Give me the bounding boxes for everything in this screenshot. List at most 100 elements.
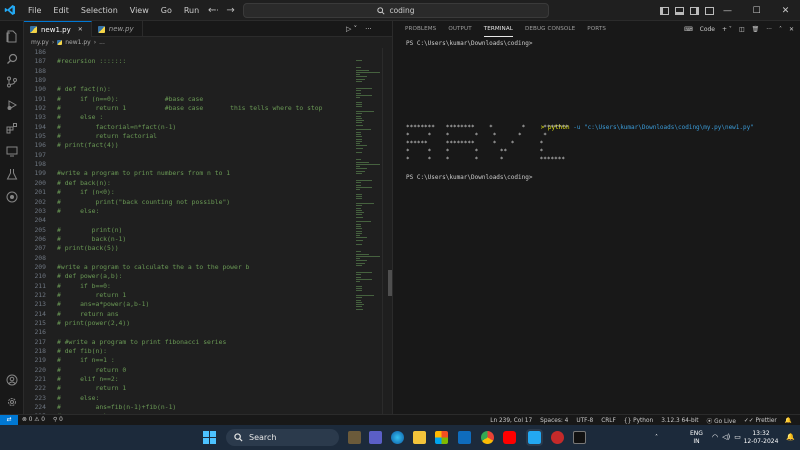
run-python-icon[interactable]: ▷ ˅: [346, 25, 357, 33]
clock[interactable]: 13:32 12-07-2024: [740, 430, 782, 445]
code-line[interactable]: 195 # return factorial: [24, 132, 354, 141]
toggle-panel-icon[interactable]: [675, 6, 684, 15]
code-line[interactable]: 224 # ans=fib(n-1)+fib(n-1): [24, 403, 354, 412]
ports-indicator[interactable]: ⚲ 0: [49, 417, 67, 423]
code-line[interactable]: 190 # def fact(n):: [24, 85, 354, 94]
code-line[interactable]: 191 # if (n==0): #base case: [24, 95, 354, 104]
new-terminal-icon[interactable]: + ˅: [722, 26, 732, 33]
remote-explorer-icon[interactable]: [5, 144, 19, 158]
more-actions-icon[interactable]: ···: [766, 26, 772, 33]
code-line[interactable]: 218 # def fib(n):: [24, 347, 354, 356]
encoding[interactable]: UTF-8: [572, 418, 597, 424]
menu-run[interactable]: Run: [178, 0, 205, 21]
more-actions-icon[interactable]: ···: [365, 25, 372, 33]
shell-label[interactable]: Code: [700, 26, 715, 33]
tab-new1-py[interactable]: new1.py ✕: [24, 21, 92, 37]
code-line[interactable]: 217 # #write a program to print fibonacci…: [24, 338, 354, 347]
tab-terminal[interactable]: TERMINAL: [483, 21, 513, 37]
code-line[interactable]: 210 # def power(a,b):: [24, 272, 354, 281]
account-icon[interactable]: [5, 373, 19, 387]
maximize-button[interactable]: ☐: [742, 0, 771, 21]
code-line[interactable]: 209 #write a program to calculate the a t…: [24, 263, 354, 272]
code-line[interactable]: 220 # return 0: [24, 366, 354, 375]
tab-debug-console[interactable]: DEBUG CONSOLE: [525, 21, 575, 37]
code-line[interactable]: 213 # ans=a*power(a,b-1): [24, 300, 354, 309]
breadcrumb-file[interactable]: new1.py: [65, 39, 91, 46]
monitor-app-icon[interactable]: [458, 431, 471, 444]
source-control-icon[interactable]: [5, 75, 19, 89]
back-arrow-icon[interactable]: ←: [208, 5, 216, 16]
split-terminal-icon[interactable]: ◫: [739, 26, 745, 33]
code-line[interactable]: 223 # else:: [24, 394, 354, 403]
code-line[interactable]: 214 # return ans: [24, 310, 354, 319]
command-center-search[interactable]: coding: [243, 3, 549, 18]
breadcrumb-folder[interactable]: my.py: [31, 39, 49, 46]
menu-go[interactable]: Go: [155, 0, 178, 21]
testing-flask-icon[interactable]: [5, 167, 19, 181]
toggle-sidebar-icon[interactable]: [660, 6, 669, 15]
widgets-app-icon[interactable]: [348, 431, 361, 444]
run-debug-icon[interactable]: [5, 98, 19, 112]
tab-ports[interactable]: PORTS: [587, 21, 606, 37]
code-line[interactable]: 198: [24, 160, 354, 169]
code-line[interactable]: 201 # if (n<0):: [24, 188, 354, 197]
breadcrumb-symbol[interactable]: ...: [99, 39, 105, 46]
code-line[interactable]: 204: [24, 216, 354, 225]
end-of-line[interactable]: CRLF: [597, 418, 620, 424]
close-tab-icon[interactable]: ✕: [78, 26, 83, 33]
edge-devtools-icon[interactable]: [5, 190, 19, 204]
code-line[interactable]: 194 # factorial=n*fact(n-1): [24, 123, 354, 132]
maximize-panel-icon[interactable]: ˄: [779, 26, 782, 33]
code-line[interactable]: 211 # if b==0:: [24, 282, 354, 291]
code-line[interactable]: 206 # back(n-1): [24, 235, 354, 244]
terminal-app-icon[interactable]: [573, 431, 586, 444]
notifications-bell-icon[interactable]: 🔔: [781, 418, 796, 424]
code-line[interactable]: 212 # return 1: [24, 291, 354, 300]
code-line[interactable]: 208: [24, 254, 354, 263]
code-line[interactable]: 202 # print("back counting not possible"): [24, 198, 354, 207]
teams-app-icon[interactable]: [369, 431, 382, 444]
youtube-app-icon[interactable]: [503, 431, 516, 444]
code-line[interactable]: 205 # print(n): [24, 226, 354, 235]
menu-view[interactable]: View: [124, 0, 155, 21]
code-line[interactable]: 188: [24, 67, 354, 76]
windows-start-icon[interactable]: [203, 431, 216, 444]
code-line[interactable]: 216: [24, 328, 354, 337]
forward-arrow-icon[interactable]: →: [226, 5, 234, 16]
menu-edit[interactable]: Edit: [47, 0, 75, 21]
code-line[interactable]: 219 # if n==1 :: [24, 356, 354, 365]
settings-gear-icon[interactable]: [5, 395, 19, 409]
code-line[interactable]: 189: [24, 76, 354, 85]
chrome-browser-icon[interactable]: [481, 431, 494, 444]
python-interpreter[interactable]: 3.12.3 64-bit: [657, 418, 702, 424]
extensions-icon[interactable]: [5, 121, 19, 135]
toggle-secondary-sidebar-icon[interactable]: [690, 6, 699, 15]
notification-center-icon[interactable]: 🔔: [786, 433, 795, 441]
code-editor[interactable]: 186 187 #recursion ::::::: 188 189 190 # def f…: [24, 48, 392, 414]
close-button[interactable]: ✕: [771, 0, 800, 21]
code-line[interactable]: 193 # else :: [24, 113, 354, 122]
tray-overflow-icon[interactable]: ˄: [655, 434, 658, 441]
vscode-taskbar-icon[interactable]: [526, 429, 543, 446]
editor-scrollbar-track[interactable]: [382, 48, 392, 414]
tab-new-py[interactable]: new.py: [92, 21, 143, 37]
language-indicator[interactable]: ENG IN: [690, 430, 703, 445]
prettier-status[interactable]: ✓✓ Prettier: [740, 418, 781, 424]
code-line[interactable]: 207 # print(back(5)): [24, 244, 354, 253]
indentation[interactable]: Spaces: 4: [536, 418, 572, 424]
close-panel-icon[interactable]: ✕: [789, 26, 794, 33]
code-line[interactable]: 197: [24, 151, 354, 160]
code-line[interactable]: 221 # elif n==2:: [24, 375, 354, 384]
code-line[interactable]: 196 # print(fact(4)): [24, 141, 354, 150]
tab-problems[interactable]: PROBLEMS: [405, 21, 436, 37]
edge-browser-icon[interactable]: [391, 431, 404, 444]
language-mode[interactable]: {} Python: [620, 418, 657, 424]
problems-indicator[interactable]: ⊗ 0 ⚠ 0: [18, 417, 49, 423]
explorer-icon[interactable]: [5, 29, 19, 43]
code-line[interactable]: 200 # def back(n):: [24, 179, 354, 188]
store-app-icon[interactable]: [435, 431, 448, 444]
menu-selection[interactable]: Selection: [75, 0, 124, 21]
terminal-output[interactable]: PS C:\Users\kumar\Downloads\coding> > py…: [406, 40, 796, 410]
code-line[interactable]: 186: [24, 48, 354, 57]
cursor-position[interactable]: Ln 239, Col 17: [486, 418, 536, 424]
